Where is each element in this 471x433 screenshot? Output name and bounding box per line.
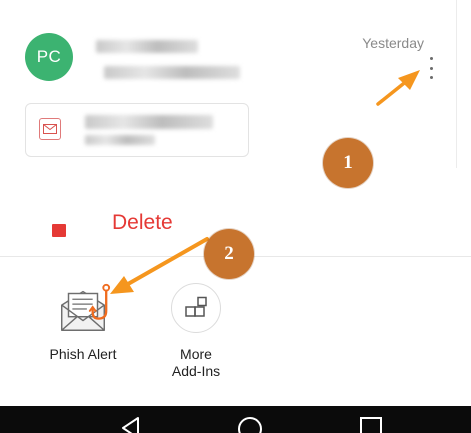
attachment-size-redacted (85, 135, 155, 145)
delete-label: Delete (112, 211, 173, 234)
more-add-ins-label: More Add-Ins (172, 346, 220, 380)
step-2-badge: 2 (204, 229, 254, 279)
message-timestamp: Yesterday (362, 35, 424, 51)
system-navigation-bar (0, 406, 471, 433)
trash-icon (52, 224, 66, 237)
more-add-ins-label-line2: Add-Ins (171, 363, 221, 379)
email-message-card[interactable]: PC Yesterday (0, 0, 460, 168)
attachment-name-redacted (85, 115, 213, 129)
more-options-icon[interactable] (424, 57, 438, 79)
home-icon[interactable] (236, 415, 264, 433)
screen: PC Yesterday Delete Phish Alert More Add… (0, 0, 471, 433)
card-edge (456, 0, 457, 168)
sender-name-redacted (96, 40, 198, 53)
phish-alert-label: Phish Alert (49, 346, 117, 362)
phish-alert-icon (54, 279, 112, 337)
back-icon[interactable] (118, 415, 144, 433)
attachment-chip[interactable] (25, 103, 249, 157)
phish-alert-button[interactable]: Phish Alert (40, 279, 126, 363)
recents-icon[interactable] (358, 415, 384, 433)
add-ins-grid-icon (171, 283, 221, 333)
mail-attachment-icon (39, 118, 61, 140)
more-add-ins-label-line1: More (180, 346, 212, 362)
step-1-badge: 1 (323, 138, 373, 188)
sender-email-redacted (104, 66, 240, 79)
sender-avatar: PC (25, 33, 73, 81)
more-add-ins-button[interactable]: More Add-Ins (160, 279, 232, 380)
